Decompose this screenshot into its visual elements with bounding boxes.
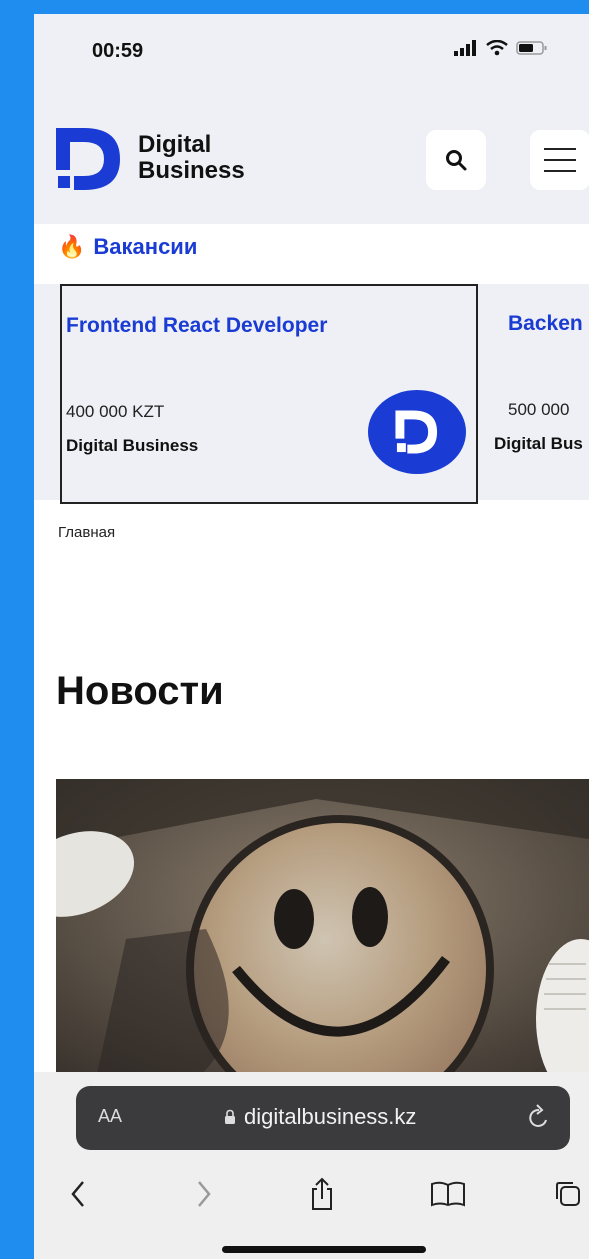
signal-icon xyxy=(454,40,476,56)
news-image[interactable] xyxy=(56,779,589,1079)
wifi-icon xyxy=(486,40,508,56)
logo-line-2: Business xyxy=(138,157,245,184)
tabs-button[interactable] xyxy=(546,1172,589,1216)
status-time: 00:59 xyxy=(92,40,144,62)
news-heading: Новости xyxy=(56,669,224,713)
logo-line-1: Digital xyxy=(138,131,212,158)
lock-icon xyxy=(225,1109,235,1124)
reload-icon[interactable] xyxy=(526,1102,552,1132)
battery-icon xyxy=(516,41,547,55)
book-icon xyxy=(431,1181,465,1207)
vacancy-company: Digital Bus xyxy=(494,434,583,453)
vacancy-salary: 500 000 xyxy=(508,400,570,419)
site-header: Digital Business xyxy=(34,94,589,224)
vacancy-title[interactable]: Backen xyxy=(508,312,583,336)
vacancy-title[interactable]: Frontend React Developer xyxy=(66,314,327,338)
vacancy-company: Digital Business xyxy=(66,436,199,455)
breadcrumb[interactable]: Главная xyxy=(58,524,115,541)
share-icon xyxy=(312,1177,332,1210)
share-button[interactable] xyxy=(300,1172,344,1216)
vacancy-salary: 400 000 KZT xyxy=(66,402,165,421)
reader-aa-button[interactable]: AA xyxy=(98,1106,122,1127)
url-text: digitalbusiness.kz xyxy=(244,1104,417,1129)
back-button[interactable] xyxy=(56,1172,100,1216)
bookmarks-button[interactable] xyxy=(426,1172,470,1216)
vacancy-card[interactable]: Backen 500 000 Digital Bus xyxy=(494,284,589,504)
chevron-left-icon xyxy=(71,1181,84,1207)
browser-toolbar: AA digitalbusiness.kz xyxy=(34,1072,589,1259)
chevron-right-icon xyxy=(198,1181,211,1207)
logo-text[interactable]: Digital Business xyxy=(138,132,245,184)
url-display[interactable]: digitalbusiness.kz xyxy=(224,1104,416,1130)
status-icons xyxy=(454,40,548,56)
browser-nav-row xyxy=(34,1172,589,1222)
vacancies-carousel[interactable]: Frontend React Developer 400 000 KZT Dig… xyxy=(34,284,589,504)
search-icon xyxy=(446,150,467,171)
address-bar[interactable]: AA digitalbusiness.kz xyxy=(76,1086,570,1150)
logo-icon[interactable] xyxy=(54,124,124,199)
menu-button[interactable] xyxy=(530,130,589,190)
tabs-icon xyxy=(556,1182,580,1206)
hamburger-icon xyxy=(544,148,576,172)
home-indicator[interactable] xyxy=(222,1246,426,1253)
forward-button[interactable] xyxy=(182,1172,226,1216)
fire-icon: 🔥 xyxy=(58,234,86,259)
status-bar: 00:59 xyxy=(34,14,589,94)
vacancies-title: Вакансии xyxy=(93,234,198,259)
search-button[interactable] xyxy=(426,130,486,190)
vacancies-heading[interactable]: 🔥 Вакансии xyxy=(58,234,197,260)
phone-screen: 00:59 Digital Business 🔥 Вакансии Fronte… xyxy=(34,14,589,1259)
vacancy-card[interactable]: Frontend React Developer 400 000 KZT Dig… xyxy=(60,284,478,504)
company-logo-icon xyxy=(368,390,466,474)
